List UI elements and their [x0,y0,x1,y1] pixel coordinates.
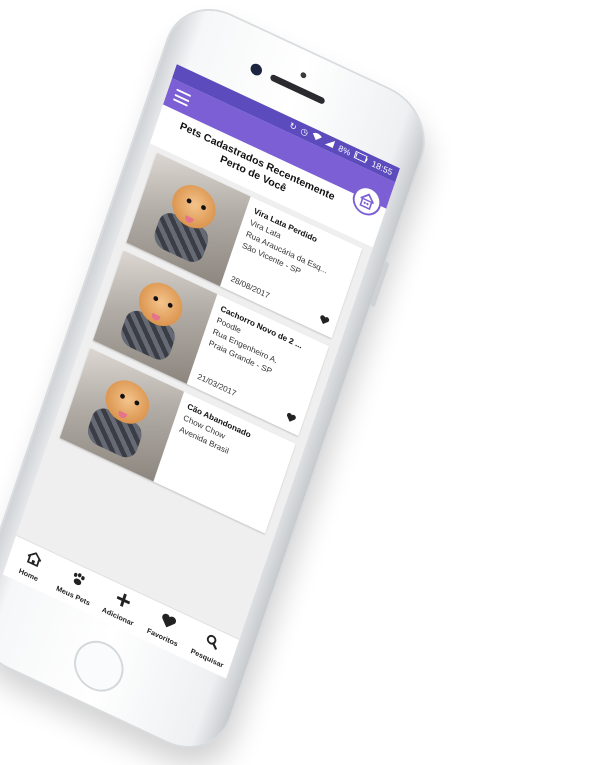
hamburger-menu-icon[interactable] [172,88,192,107]
side-button [370,261,390,308]
phone-mockup: ↻ ◷ 8% 18:55 Pets Cadastrados Recentemen… [0,0,436,763]
pet-date: 21/03/2017 [196,371,238,399]
wifi-icon [311,131,323,144]
signal-icon [325,137,336,150]
earpiece-speaker [269,73,326,105]
favorite-heart-icon[interactable] [284,412,297,428]
favorite-heart-icon[interactable] [317,314,330,330]
app-screen: ↻ ◷ 8% 18:55 Pets Cadastrados Recentemen… [2,64,401,679]
pet-date: 28/08/2017 [229,273,271,301]
alarm-icon: ◷ [299,125,310,138]
proximity-sensor [299,71,307,80]
stage: ↻ ◷ 8% 18:55 Pets Cadastrados Recentemen… [0,0,600,763]
sync-icon: ↻ [288,120,299,133]
front-camera [249,61,264,78]
home-hardware-button [67,632,130,700]
